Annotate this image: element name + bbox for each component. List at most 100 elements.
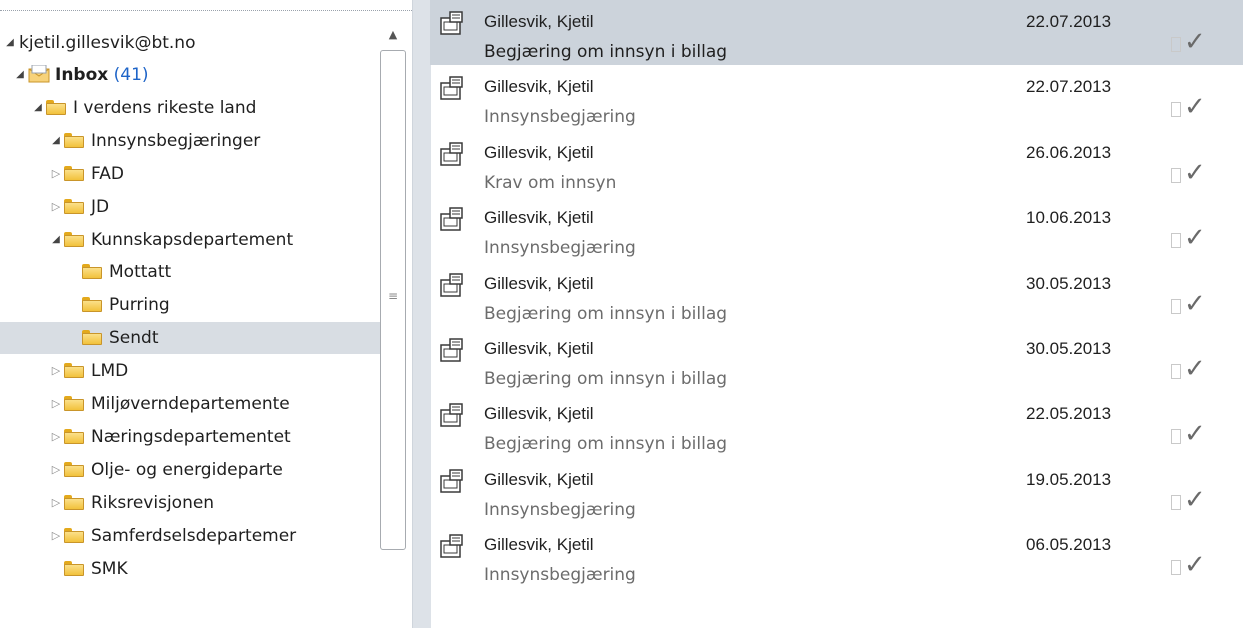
- folder-item-innsynsbegjæringer[interactable]: ◢ Innsynsbegjæringer: [0, 125, 382, 157]
- expand-arrow-icon[interactable]: ◢: [32, 92, 44, 124]
- check-icon[interactable]: ✓: [1184, 27, 1206, 57]
- check-icon[interactable]: ✓: [1184, 289, 1206, 319]
- message-date: 30.05.2013: [1026, 274, 1112, 293]
- flag-box-icon[interactable]: [1171, 102, 1181, 117]
- flag-box-icon[interactable]: [1171, 233, 1181, 248]
- message-row[interactable]: Gillesvik, Kjetil Innsynsbegjæring 19.05.2…: [430, 458, 1243, 523]
- message-date: 30.05.2013: [1026, 339, 1112, 358]
- sent-message-icon: [440, 338, 466, 362]
- flag-box-icon[interactable]: [1171, 299, 1181, 314]
- sent-message-icon: [440, 76, 466, 100]
- folder-icon: [64, 199, 84, 214]
- folder-label: I verdens rikeste land: [73, 98, 257, 118]
- message-row[interactable]: Gillesvik, Kjetil Begjæring om innsyn i b…: [430, 0, 1243, 65]
- collapse-arrow-icon[interactable]: ▷: [50, 191, 62, 223]
- folder-icon: [46, 100, 66, 115]
- message-row[interactable]: Gillesvik, Kjetil Begjæring om innsyn i b…: [430, 392, 1243, 457]
- flag-box-icon[interactable]: [1171, 495, 1181, 510]
- account-node[interactable]: ◢ kjetil.gillesvik@bt.no: [0, 27, 382, 59]
- folder-label: Purring: [109, 295, 170, 315]
- message-sender: Gillesvik, Kjetil: [484, 208, 594, 227]
- folder-item-samferdselsdepartemer[interactable]: ▷ Samferdselsdepartemer: [0, 520, 382, 552]
- flag-box-icon[interactable]: [1171, 168, 1181, 183]
- expand-arrow-icon[interactable]: ◢: [14, 59, 26, 91]
- folder-icon: [64, 133, 84, 148]
- collapse-arrow-icon[interactable]: ▷: [50, 421, 62, 453]
- message-subject: Innsynsbegjæring: [484, 500, 636, 520]
- check-icon[interactable]: ✓: [1184, 485, 1206, 515]
- message-subject: Innsynsbegjæring: [484, 238, 636, 258]
- folder-icon: [64, 232, 84, 247]
- pane-divider[interactable]: [412, 0, 431, 628]
- folder-item-inbox[interactable]: ◢ Inbox (41): [0, 59, 382, 91]
- folder-scrollbar[interactable]: ▲ ≡: [378, 24, 408, 552]
- message-row[interactable]: Gillesvik, Kjetil Innsynsbegjæring 10.06.2…: [430, 196, 1243, 261]
- folder-item-jd[interactable]: ▷ JD: [0, 191, 382, 223]
- collapse-arrow-icon[interactable]: ▷: [50, 454, 62, 486]
- flag-box-icon[interactable]: [1171, 37, 1181, 52]
- folder-icon: [82, 264, 102, 279]
- folder-item-fad[interactable]: ▷ FAD: [0, 158, 382, 190]
- flag-box-icon[interactable]: [1171, 429, 1181, 444]
- check-icon[interactable]: ✓: [1184, 92, 1206, 122]
- folder-item-riksrevisjonen[interactable]: ▷ Riksrevisjonen: [0, 487, 382, 519]
- message-row[interactable]: Gillesvik, Kjetil Begjæring om innsyn i b…: [430, 327, 1243, 392]
- check-icon[interactable]: ✓: [1184, 550, 1206, 580]
- folder-item-kunnskapsdepartement[interactable]: ◢ Kunnskapsdepartement: [0, 224, 382, 256]
- folder-icon: [82, 297, 102, 312]
- message-date: 22.07.2013: [1026, 12, 1112, 31]
- folder-item-sendt[interactable]: Sendt: [0, 322, 382, 354]
- folder-icon: [64, 462, 84, 477]
- message-sender: Gillesvik, Kjetil: [484, 12, 594, 31]
- message-date: 22.05.2013: [1026, 404, 1112, 423]
- check-icon[interactable]: ✓: [1184, 158, 1206, 188]
- flag-box-icon[interactable]: [1171, 364, 1181, 379]
- message-row[interactable]: Gillesvik, Kjetil Begjæring om innsyn i b…: [430, 262, 1243, 327]
- collapse-arrow-icon[interactable]: ▷: [50, 520, 62, 552]
- check-icon[interactable]: ✓: [1184, 419, 1206, 449]
- check-icon[interactable]: ✓: [1184, 223, 1206, 253]
- folder-label: LMD: [91, 361, 129, 381]
- scroll-up-arrow-icon[interactable]: ▲: [378, 24, 408, 46]
- expand-arrow-icon[interactable]: ◢: [50, 125, 62, 157]
- collapse-arrow-icon[interactable]: ▷: [50, 388, 62, 420]
- message-subject: Innsynsbegjæring: [484, 565, 636, 585]
- message-date: 26.06.2013: [1026, 143, 1112, 162]
- message-row[interactable]: Gillesvik, Kjetil Krav om innsyn 26.06.201…: [430, 131, 1243, 196]
- message-sender: Gillesvik, Kjetil: [484, 77, 594, 96]
- folder-item-olje-og-energideparte[interactable]: ▷ Olje- og energideparte: [0, 454, 382, 486]
- folder-item-smk[interactable]: SMK: [0, 553, 382, 585]
- sent-message-icon: [440, 11, 466, 35]
- collapse-arrow-icon[interactable]: ▷: [50, 487, 62, 519]
- folder-item-næringsdepartementet[interactable]: ▷ Næringsdepartementet: [0, 421, 382, 453]
- folder-label: SMK: [91, 559, 128, 579]
- expand-icon[interactable]: ◢: [4, 27, 16, 59]
- collapse-arrow-icon[interactable]: ▷: [50, 158, 62, 190]
- folder-item-miljøverndepartemente[interactable]: ▷ Miljøverndepartemente: [0, 388, 382, 420]
- message-sender: Gillesvik, Kjetil: [484, 535, 594, 554]
- folder-label: Innsynsbegjæringer: [91, 131, 261, 151]
- check-icon[interactable]: ✓: [1184, 354, 1206, 384]
- folder-icon: [64, 166, 84, 181]
- message-row[interactable]: Gillesvik, Kjetil Innsynsbegjæring 22.07.2…: [430, 65, 1243, 130]
- account-label: kjetil.gillesvik@bt.no: [19, 33, 196, 53]
- scrollbar-thumb[interactable]: ≡: [380, 50, 406, 550]
- message-row[interactable]: Gillesvik, Kjetil Innsynsbegjæring 06.05.2…: [430, 523, 1243, 588]
- folder-label: JD: [91, 197, 110, 217]
- expand-arrow-icon[interactable]: ◢: [50, 224, 62, 256]
- folder-item-mottatt[interactable]: Mottatt: [0, 256, 382, 288]
- folder-icon: [64, 429, 84, 444]
- flag-box-icon[interactable]: [1171, 560, 1181, 575]
- message-date: 22.07.2013: [1026, 77, 1112, 96]
- message-subject: Krav om innsyn: [484, 173, 617, 193]
- inbox-icon: [28, 65, 50, 83]
- folder-item-purring[interactable]: Purring: [0, 289, 382, 321]
- folder-label: Miljøverndepartemente: [91, 394, 290, 414]
- message-sender: Gillesvik, Kjetil: [484, 470, 594, 489]
- folder-icon: [82, 330, 102, 345]
- collapse-arrow-icon[interactable]: ▷: [50, 355, 62, 387]
- folder-item-lmd[interactable]: ▷ LMD: [0, 355, 382, 387]
- message-subject: Begjæring om innsyn i billag: [484, 369, 728, 389]
- folder-item-i-verdens-rikeste-land[interactable]: ◢ I verdens rikeste land: [0, 92, 382, 124]
- folder-label: Olje- og energideparte: [91, 460, 283, 480]
